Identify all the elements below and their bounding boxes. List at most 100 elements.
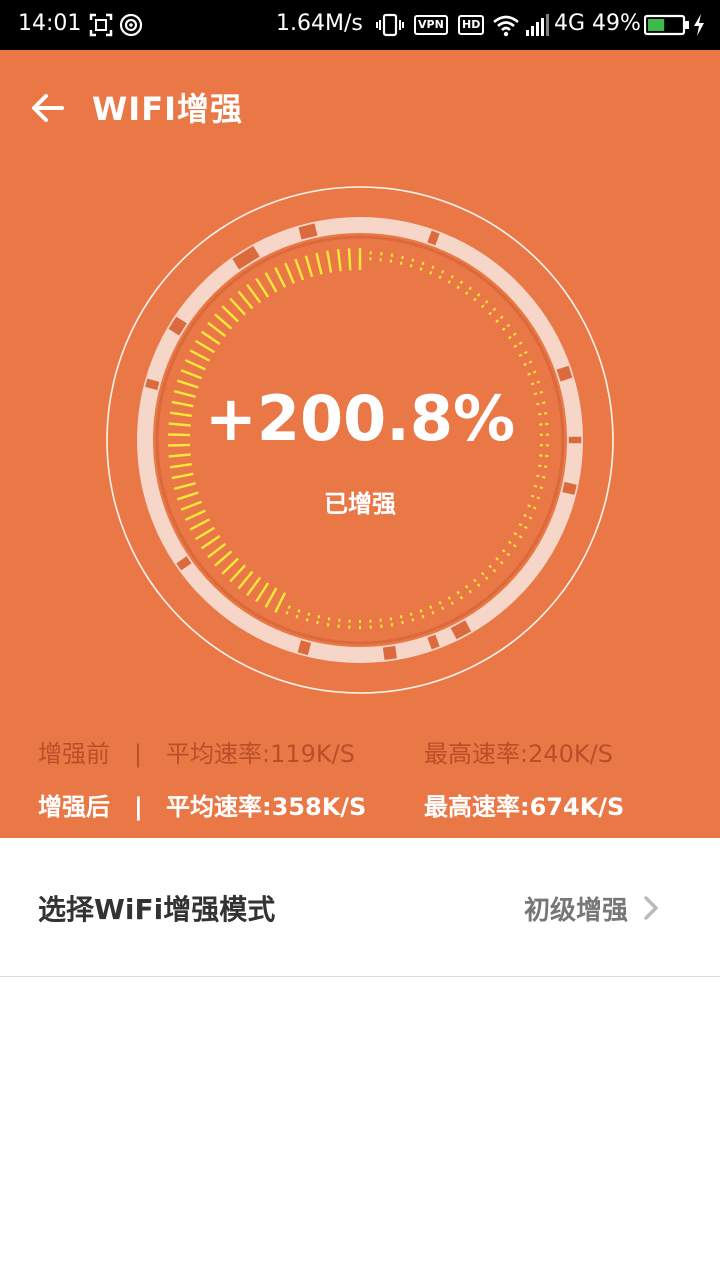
gauge-tick (508, 540, 520, 550)
stats-after-row: 增强后 | 平均速率:358K/S 最高速率:674K/S (38, 787, 698, 822)
gauge-tick (180, 369, 203, 380)
stats-after-max: 最高速率:674K/S (424, 793, 625, 821)
status-time: 14:01 (18, 11, 82, 36)
gauge-tick (429, 605, 436, 618)
stats-before-max: 最高速率:240K/S (424, 740, 613, 768)
gauge-tick (194, 526, 216, 541)
ring-mark (381, 644, 399, 662)
gauge-tick (488, 305, 499, 316)
stats-separator: | (134, 740, 143, 768)
gauge-tick (229, 297, 246, 316)
gauge-tick (264, 272, 278, 293)
gauge-tick (315, 615, 321, 628)
wifi-icon (493, 15, 519, 37)
stats-after-label: 增强后 (38, 793, 110, 821)
gauge-tick (169, 463, 192, 469)
gauge-tick (171, 472, 194, 480)
vpn-badge: VPN (414, 15, 448, 35)
hotspot-icon (119, 13, 143, 37)
status-bar: 14:01 1.64M/s VPN HD 4G 49% (0, 0, 720, 50)
battery-icon (644, 14, 689, 36)
gauge-tick (527, 369, 540, 376)
gauge-tick (214, 550, 233, 567)
back-arrow-icon[interactable] (28, 88, 68, 128)
mode-selector-row[interactable]: 选择WiFi增强模式 初级增强 (0, 838, 720, 977)
gauge-tick (438, 267, 446, 279)
vibrate-icon (376, 13, 404, 37)
gauge-tick (294, 609, 301, 622)
gauge-tick (207, 542, 227, 559)
screenshot-icon (89, 13, 113, 37)
charging-icon (694, 14, 704, 36)
gauge-tick (304, 255, 314, 278)
gauge-tick (536, 474, 549, 480)
gauge-tick (447, 272, 456, 284)
gauge-tick (539, 454, 552, 458)
gauge-tick (274, 267, 287, 288)
gauge-tick (207, 321, 227, 338)
gauge-tick (229, 564, 246, 583)
gauge-tick (184, 359, 206, 371)
gauge-tick (495, 313, 506, 323)
gauge-tick (237, 570, 254, 590)
battery-percent: 49% (592, 11, 641, 36)
gauge-tick (326, 250, 333, 273)
boost-panel: WIFI增强 +200.8% 已增强 增强前 | 平均速率:119K/S 最高速率:2… (0, 50, 720, 838)
gauge-tick (246, 576, 262, 597)
gauge-tick (369, 619, 372, 632)
stats-before-avg: 平均速率:119K/S (166, 740, 355, 768)
gauge-tick (264, 587, 278, 608)
gauge-tick (464, 284, 474, 295)
boost-percentage: +200.8% (204, 382, 516, 455)
signal-icon (526, 14, 549, 36)
gauge-tick (495, 557, 506, 567)
gauge-tick (513, 340, 525, 348)
gauge-tick (284, 262, 295, 284)
gauge-tick (189, 518, 211, 531)
network-speed: 1.64M/s (276, 11, 363, 36)
gauge-tick (379, 249, 383, 262)
stats-separator: | (134, 793, 143, 821)
gauge-tick (419, 258, 426, 271)
gauge-tick (348, 619, 351, 632)
page-title: WIFI增强 (92, 90, 243, 128)
gauge-tick (255, 277, 270, 298)
gauge-tick (369, 248, 372, 261)
gauge-tick (255, 582, 270, 603)
mode-selector-label: 选择WiFi增强模式 (38, 893, 276, 926)
gauge-tick (508, 330, 520, 340)
gauge-tick (464, 585, 474, 596)
gauge-tick (304, 612, 311, 625)
gauge-tick (399, 252, 405, 265)
gauge-tick (274, 592, 287, 613)
gauge-tick (501, 549, 513, 558)
gauge-tick (480, 571, 491, 583)
gauge-tick (221, 305, 239, 323)
gauge-tick (538, 464, 551, 469)
gauge-tick (488, 564, 499, 575)
network-type: 4G (554, 11, 586, 36)
gauge-tick (315, 252, 323, 275)
gauge-tick (456, 277, 465, 290)
gauge-tick (518, 523, 531, 531)
gauge-tick (419, 609, 426, 622)
gauge-tick (438, 601, 446, 613)
gauge-tick (447, 596, 456, 608)
stats-before-row: 增强前 | 平均速率:119K/S 最高速率:240K/S (38, 734, 698, 769)
stats-before-label: 增强前 (38, 740, 110, 768)
ring-mark (295, 638, 313, 657)
gauge-tick (409, 255, 416, 268)
gauge-tick (480, 297, 491, 309)
mode-selector-value[interactable]: 初级增强 (524, 890, 628, 927)
stats-after-avg: 平均速率:358K/S (166, 793, 367, 821)
gauge-tick (221, 557, 239, 575)
gauge-tick (518, 349, 531, 357)
chevron-right-icon[interactable] (640, 894, 662, 922)
boost-status-label: 已增强 (324, 490, 396, 518)
gauge-tick (513, 532, 525, 540)
gauge-tick (473, 578, 483, 590)
gauge-tick (189, 349, 211, 362)
hd-badge: HD (458, 15, 485, 35)
gauge-tick (347, 248, 352, 271)
gauge-tick (429, 262, 436, 275)
